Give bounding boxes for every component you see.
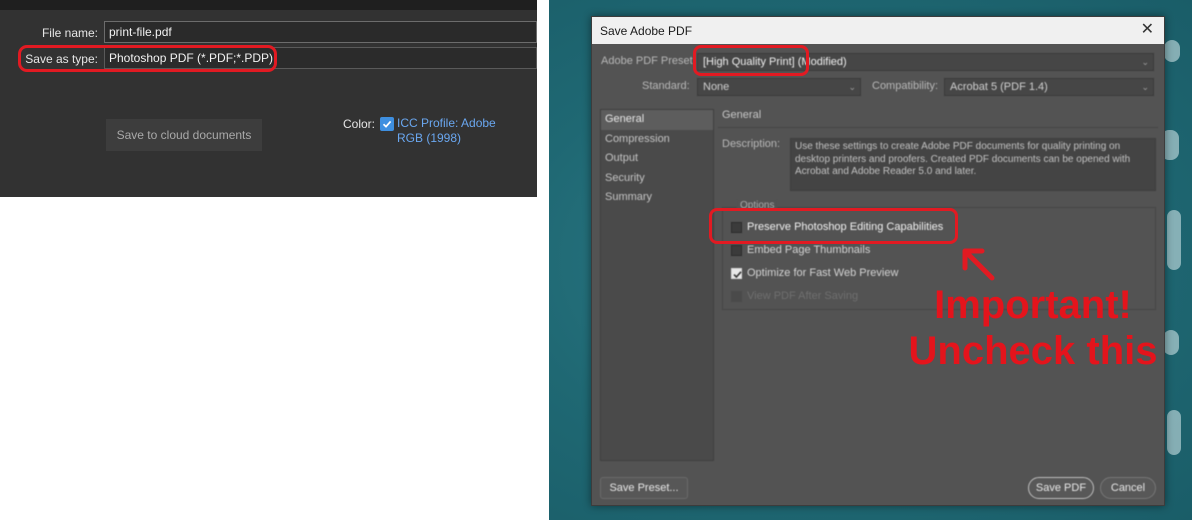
compatibility-label: Compatibility: — [872, 80, 939, 92]
preserve-editing-highlight — [709, 208, 958, 244]
sidebar-item-general[interactable]: General — [601, 110, 713, 130]
fast-web-preview-checkbox[interactable] — [731, 268, 742, 279]
cancel-button[interactable]: Cancel — [1100, 477, 1156, 499]
annotation-line-2: Uncheck this — [908, 329, 1158, 373]
fast-web-preview-label[interactable]: Optimize for Fast Web Preview — [747, 267, 898, 279]
sidebar-item-output[interactable]: Output — [601, 149, 713, 169]
annotation-text: Important! Uncheck this — [903, 282, 1163, 374]
standard-label: Standard: — [642, 80, 690, 92]
save-preset-button[interactable]: Save Preset... — [600, 477, 688, 499]
compatibility-value: Acrobat 5 (PDF 1.4) — [950, 81, 1048, 93]
preset-highlight — [693, 45, 809, 76]
sidebar-item-compression[interactable]: Compression — [601, 130, 713, 150]
section-heading: General — [722, 109, 762, 121]
chevron-down-icon: ⌄ — [1141, 82, 1149, 92]
compatibility-select[interactable]: Acrobat 5 (PDF 1.4) ⌄ — [944, 78, 1154, 96]
icc-profile-checkbox[interactable] — [380, 117, 394, 131]
settings-sidebar: General Compression Output Security Summ… — [600, 109, 714, 461]
embed-thumbnails-label[interactable]: Embed Page Thumbnails — [747, 244, 870, 256]
save-as-dialog-fragment: File name: print-file.pdf Save as type: … — [0, 0, 537, 197]
chevron-down-icon: ⌄ — [1141, 57, 1149, 67]
save-pdf-button[interactable]: Save PDF — [1028, 477, 1094, 499]
close-icon[interactable]: ✕ — [1141, 22, 1154, 38]
icc-profile-label[interactable]: ICC Profile: Adobe RGB (1998) — [397, 116, 517, 146]
save-adobe-pdf-dialog: Save Adobe PDF ✕ Adobe PDF Preset: [High… — [591, 16, 1165, 506]
sidebar-item-summary[interactable]: Summary — [601, 188, 713, 208]
save-to-cloud-button[interactable]: Save to cloud documents — [106, 119, 262, 151]
dialog-title: Save Adobe PDF — [600, 24, 693, 38]
standard-value: None — [703, 81, 730, 93]
annotation-line-1: Important! — [934, 283, 1132, 327]
embed-thumbnails-checkbox[interactable] — [731, 245, 742, 256]
description-label: Description: — [722, 138, 781, 150]
file-name-label: File name: — [41, 26, 98, 40]
description-text: Use these settings to create Adobe PDF d… — [790, 138, 1156, 191]
sidebar-item-security[interactable]: Security — [601, 169, 713, 189]
color-label: Color: — [343, 117, 376, 131]
annotation-arrow-icon — [962, 248, 995, 281]
standard-select[interactable]: None ⌄ — [697, 78, 861, 96]
preset-label: Adobe PDF Preset: — [601, 55, 696, 67]
checkmark-icon — [733, 271, 742, 279]
view-after-saving-checkbox — [731, 291, 742, 302]
dialog-top-bar — [0, 0, 537, 10]
file-name-input[interactable]: print-file.pdf — [104, 21, 537, 43]
dialog-title-bar: Save Adobe PDF ✕ — [592, 17, 1164, 44]
view-after-saving-label: View PDF After Saving — [747, 290, 859, 302]
save-as-type-highlight — [18, 45, 277, 72]
divider — [718, 127, 1158, 128]
chevron-down-icon: ⌄ — [848, 82, 856, 92]
checkmark-icon — [382, 120, 392, 128]
